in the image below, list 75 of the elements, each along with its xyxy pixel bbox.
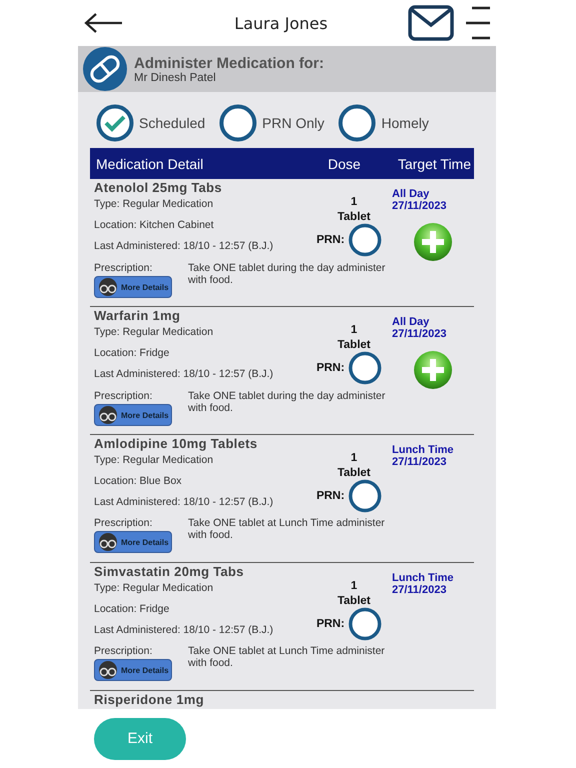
- column-heading: Dose: [328, 156, 362, 172]
- medication-detail: Last Administered: 18/10 - 12:57 (B.J.): [94, 496, 274, 510]
- mail-icon[interactable]: [408, 5, 454, 41]
- binoculars-icon: [97, 406, 119, 424]
- prescription-label: Prescription:: [94, 517, 154, 529]
- target-time: Lunch Time: [392, 572, 454, 584]
- prescription-label: Prescription:: [94, 645, 154, 657]
- banner-heading: Administer Medication for:: [134, 54, 324, 72]
- prescription-label: Prescription:: [94, 390, 154, 402]
- header-title: Laura Jones: [233, 14, 329, 32]
- medication-name: Simvastatin 20mg Tabs: [94, 564, 245, 581]
- prescription-text: Take ONE tablet at Lunch Time administer with food.: [188, 645, 386, 671]
- prn-label: PRN:: [316, 618, 345, 630]
- prn-label: PRN:: [316, 490, 345, 502]
- medication-detail: Location: Kitchen Cabinet: [94, 219, 215, 233]
- checked-radio[interactable]: [96, 104, 134, 142]
- radio-button[interactable]: [348, 223, 382, 257]
- filter-label: PRN Only: [262, 115, 324, 131]
- prescription-label: Prescription:: [94, 262, 154, 274]
- binoculars-icon: [97, 278, 119, 296]
- medication-name: Warfarin 1mg: [94, 308, 182, 325]
- target-date: 27/11/2023: [392, 584, 446, 596]
- filter-label: Scheduled: [139, 115, 206, 131]
- medication-detail: Type: Regular Medication: [94, 326, 214, 340]
- binoculars-icon: [97, 661, 119, 679]
- dose-unit: Tablet: [337, 467, 370, 479]
- medication-detail: Last Administered: 18/10 - 12:57 (B.J.): [94, 624, 274, 638]
- medication-detail: Location: Blue Box: [94, 475, 183, 489]
- medication-detail: Location: Fridge: [94, 347, 170, 361]
- radio-button[interactable]: [348, 351, 382, 385]
- medication-detail: Location: Fridge: [94, 603, 170, 617]
- target-date: 27/11/2023: [392, 456, 446, 468]
- more-details-button[interactable]: More Details: [94, 276, 172, 298]
- binoculars-icon: [97, 533, 119, 551]
- radio-button[interactable]: [338, 104, 376, 142]
- column-heading: Medication Detail: [96, 156, 204, 172]
- medication-name: Risperidone 1mg: [94, 692, 205, 709]
- more-details-button[interactable]: More Details: [94, 404, 172, 426]
- more-details-button[interactable]: More Details: [94, 659, 172, 681]
- radio-button[interactable]: [348, 479, 382, 513]
- medication-detail: Last Administered: 18/10 - 12:57 (B.J.): [94, 368, 274, 382]
- radio-button[interactable]: [348, 607, 382, 641]
- add-button[interactable]: [413, 222, 453, 262]
- dose-amount: 1: [350, 196, 358, 210]
- dose-unit: Tablet: [337, 595, 370, 607]
- prn-label: PRN:: [316, 234, 345, 246]
- dose-amount: 1: [350, 324, 358, 338]
- target-date: 27/11/2023: [392, 328, 446, 340]
- prescription-text: Take ONE tablet during the day administer with food.: [188, 390, 386, 416]
- add-button[interactable]: [413, 350, 453, 390]
- target-time: Lunch Time: [392, 444, 454, 456]
- dose-unit: Tablet: [337, 339, 370, 351]
- dose-unit: Tablet: [337, 211, 370, 223]
- prn-label: PRN:: [316, 362, 345, 374]
- medication-name: Atenolol 25mg Tabs: [94, 180, 223, 197]
- prescription-text: Take ONE tablet during the day administer with food.: [188, 262, 386, 288]
- exit-button[interactable]: Exit: [94, 718, 186, 760]
- medication-detail: Type: Regular Medication: [94, 582, 214, 596]
- prescription-text: Take ONE tablet at Lunch Time administer with food.: [188, 517, 386, 543]
- medication-detail: Type: Regular Medication: [94, 198, 214, 212]
- target-time: All Day: [392, 316, 430, 328]
- medication-detail: Last Administered: 18/10 - 12:57 (B.J.): [94, 240, 274, 254]
- dose-amount: 1: [350, 452, 358, 466]
- column-heading: Target Time: [398, 156, 471, 172]
- back-icon[interactable]: [84, 12, 124, 34]
- medication-detail: Type: Regular Medication: [94, 454, 214, 468]
- medication-name: Amlodipine 10mg Tablets: [94, 436, 258, 453]
- dose-amount: 1: [350, 580, 358, 594]
- menu-icon[interactable]: [464, 6, 492, 40]
- radio-button[interactable]: [219, 104, 258, 142]
- filter-label: Homely: [381, 115, 429, 131]
- target-time: All Day: [392, 188, 430, 200]
- patient-name: Mr Dinesh Patel: [134, 72, 217, 84]
- more-details-button[interactable]: More Details: [94, 531, 172, 553]
- target-date: 27/11/2023: [392, 200, 446, 212]
